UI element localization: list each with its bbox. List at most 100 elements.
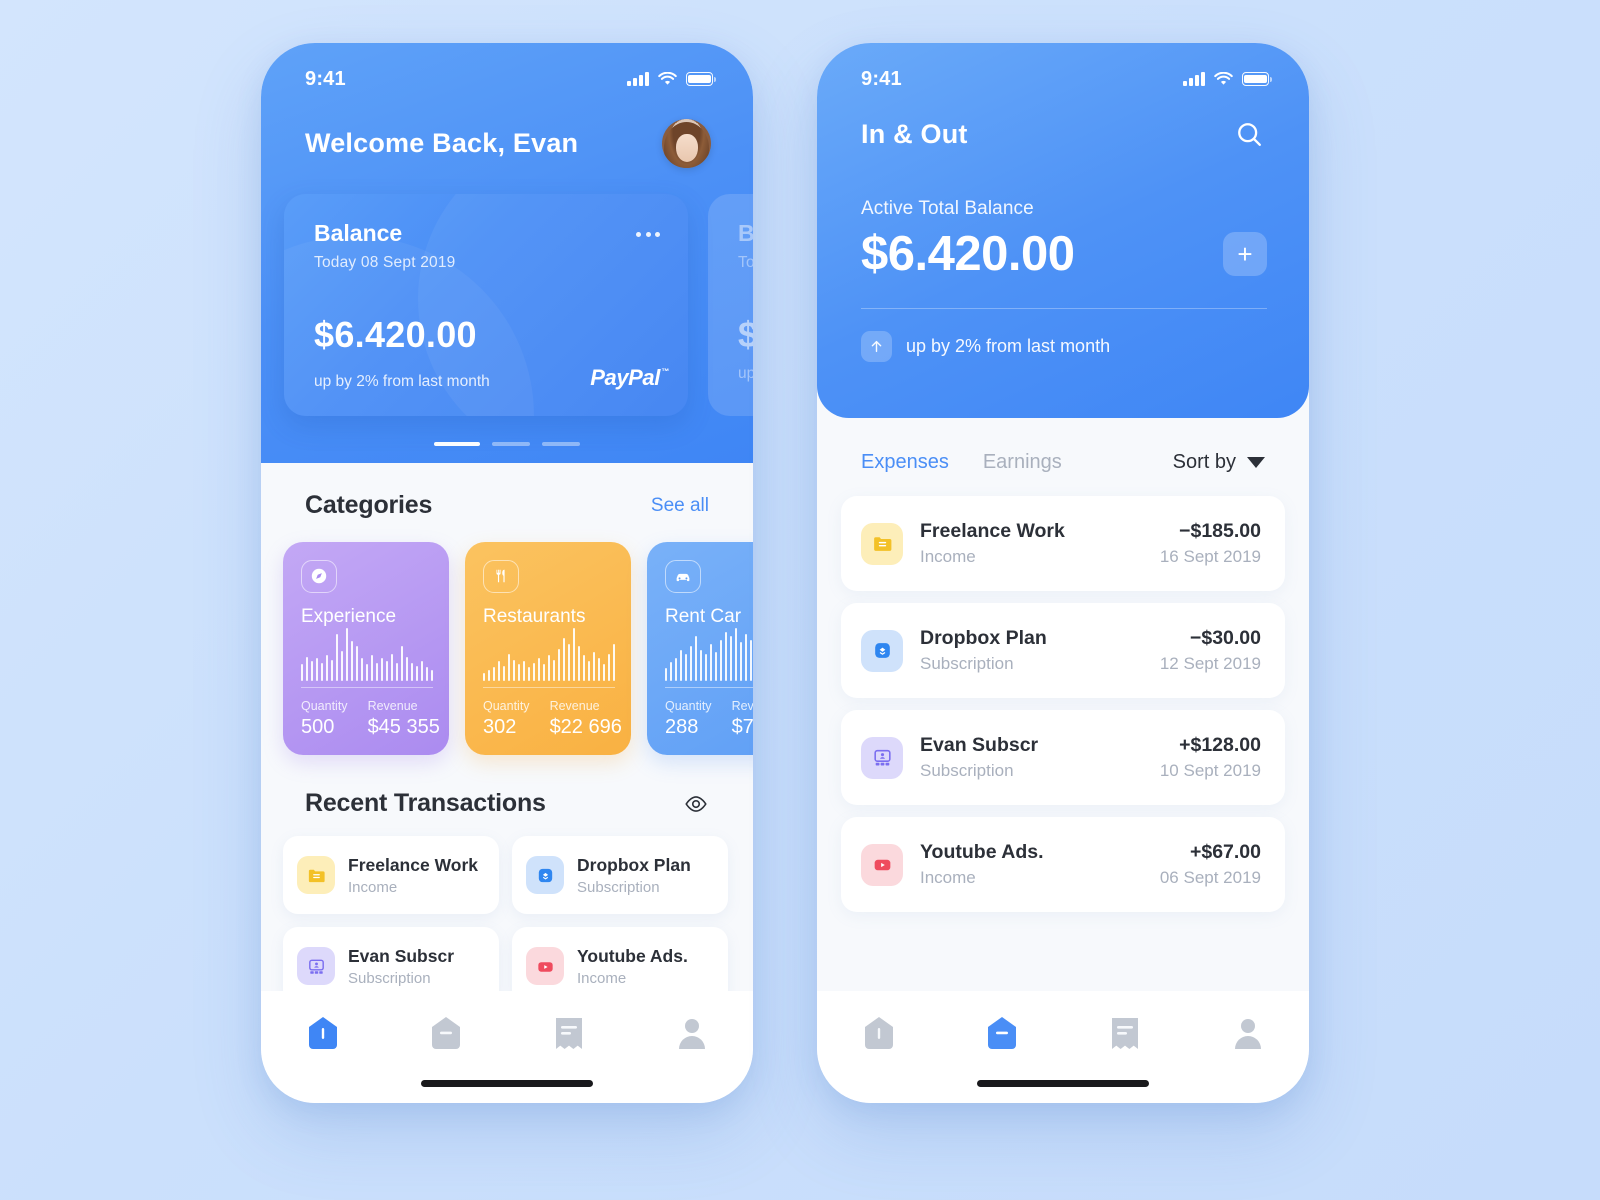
welcome-row: Welcome Back, Evan <box>261 101 753 168</box>
category-card-experience[interactable]: Experience Quantity 500 Revenue $45 355 <box>283 542 449 755</box>
see-all-button[interactable]: See all <box>651 495 709 517</box>
category-sparkline <box>483 627 615 681</box>
transaction-sub: Subscription <box>348 969 431 987</box>
balance-carousel[interactable]: Balance Today $ up Balance Today 08 Sept… <box>261 194 753 416</box>
status-indicators <box>627 72 716 86</box>
transaction-amount: −$185.00 <box>1179 520 1261 542</box>
balance-card-date: Today 08 Sept 2019 <box>314 254 456 271</box>
category-name: Experience <box>301 605 397 627</box>
quantity-value: 500 <box>301 716 335 738</box>
tabbar-right[interactable] <box>817 991 1309 1103</box>
recent-transactions-title: Recent Transactions <box>305 789 546 817</box>
transactions-list[interactable]: Freelance Work Income −$185.00 16 Sept 2… <box>817 474 1309 912</box>
transaction-date: 06 Sept 2019 <box>1159 868 1261 887</box>
categories-list[interactable]: Experience Quantity 500 Revenue $45 355 <box>261 542 753 755</box>
transaction-meta: +$128.00 10 Sept 2019 <box>1160 734 1261 781</box>
in-out-header: In & Out <box>817 101 1309 150</box>
transaction-amount: −$30.00 <box>1189 627 1261 649</box>
list-item[interactable]: Dropbox Plan Subscription <box>512 836 728 914</box>
folder-icon <box>861 522 903 565</box>
home-icon <box>864 1017 893 1049</box>
balance-card-amount: $6.420.00 <box>314 314 477 355</box>
revenue-value: $45 355 <box>367 716 440 738</box>
tab-home[interactable] <box>261 1015 384 1051</box>
tab-profile[interactable] <box>1186 1015 1309 1051</box>
battery-icon <box>686 72 716 86</box>
tab-expenses[interactable]: Expenses <box>861 451 949 474</box>
tab-home[interactable] <box>817 1015 940 1051</box>
transaction-sub: Subscription <box>920 654 1014 673</box>
transaction-amount: +$67.00 <box>1189 841 1261 863</box>
search-icon[interactable] <box>1235 120 1265 150</box>
transaction-sub: Income <box>348 878 398 896</box>
status-time: 9:41 <box>305 67 346 90</box>
tab-profile[interactable] <box>630 1015 753 1051</box>
recent-transactions-grid[interactable]: Freelance Work Income Dropbox Plan Subsc… <box>261 836 753 1005</box>
pager-dot-1[interactable] <box>434 442 480 446</box>
youtube-icon <box>861 843 903 886</box>
table-row[interactable]: Freelance Work Income −$185.00 16 Sept 2… <box>841 496 1285 591</box>
tab-bills[interactable] <box>507 1015 630 1051</box>
category-sparkline <box>301 627 433 681</box>
filter-row[interactable]: Expenses Earnings Sort by <box>817 418 1309 474</box>
eye-icon[interactable] <box>683 791 709 817</box>
transaction-name: Freelance Work <box>920 520 1065 542</box>
minus-icon <box>987 1017 1016 1049</box>
pager-dot-2[interactable] <box>492 442 530 446</box>
pager-dot-3[interactable] <box>542 442 580 446</box>
cutlery-icon <box>483 560 519 593</box>
revenue-label: Revenue <box>731 699 753 713</box>
transaction-name: Youtube Ads. <box>577 945 688 966</box>
transaction-date: 12 Sept 2019 <box>1159 654 1261 673</box>
paypal-logo: PayPal ™ <box>590 365 669 391</box>
carousel-pager[interactable] <box>261 442 753 446</box>
active-total-balance-label: Active Total Balance <box>861 198 1034 219</box>
table-row[interactable]: Youtube Ads. Income +$67.00 06 Sept 2019 <box>841 817 1285 912</box>
revenue-value: $22 696 <box>549 716 622 738</box>
revenue-label: Revenue <box>549 699 600 713</box>
cellular-bars-icon <box>1183 72 1205 86</box>
person-icon <box>1234 1019 1261 1049</box>
category-card-restaurants[interactable]: Restaurants Quantity 302 Revenue $22 696 <box>465 542 631 755</box>
transaction-meta: −$185.00 16 Sept 2019 <box>1160 520 1261 567</box>
sparkline-baseline <box>665 686 753 688</box>
car-icon <box>665 560 701 593</box>
transaction-sub: Income <box>920 868 976 887</box>
home-icon <box>308 1017 337 1049</box>
tab-in-out[interactable] <box>384 1015 507 1051</box>
balance-card[interactable]: Balance Today 08 Sept 2019 $6.420.00 up … <box>284 194 688 416</box>
category-card-rent-car[interactable]: Rent Car Quantity 288 Revenue $78 <box>647 542 753 755</box>
page-title: Welcome Back, Evan <box>305 128 579 158</box>
tab-earnings[interactable]: Earnings <box>983 451 1062 474</box>
balance-card-title: Balance <box>314 220 403 246</box>
list-item[interactable]: Freelance Work Income <box>283 836 499 914</box>
trend-row: up by 2% from last month <box>817 309 1309 362</box>
sparkline-baseline <box>483 686 615 688</box>
table-row[interactable]: Dropbox Plan Subscription −$30.00 12 Sep… <box>841 603 1285 698</box>
screenshot-stage: 9:41 Welcome Back, Evan B To $ up Balanc… <box>0 0 1600 1200</box>
sort-by-button[interactable]: Sort by <box>1173 451 1265 474</box>
presentation-icon <box>297 947 335 985</box>
tabbar-left[interactable] <box>261 991 753 1103</box>
transaction-sub: Income <box>577 969 627 987</box>
category-stats: Quantity 500 Revenue $45 355 <box>301 699 440 739</box>
quantity-label: Quantity <box>483 699 530 713</box>
table-row[interactable]: Evan Subscr Subscription +$128.00 10 Sep… <box>841 710 1285 805</box>
next-card-amount: $ <box>738 314 753 355</box>
quantity-value: 288 <box>665 716 699 738</box>
status-indicators <box>1183 72 1272 86</box>
balance-card-next[interactable]: Balance Today $ up <box>708 194 753 416</box>
paypal-wordmark: PayPal <box>590 365 660 390</box>
left-hero: 9:41 Welcome Back, Evan B To $ up Balanc… <box>261 43 753 463</box>
add-transaction-button[interactable]: + <box>1223 232 1267 276</box>
status-bar-left: 9:41 <box>261 43 753 101</box>
presentation-icon <box>861 736 903 779</box>
more-options-icon[interactable] <box>636 220 660 237</box>
tab-bills[interactable] <box>1063 1015 1186 1051</box>
arrow-up-icon <box>861 331 892 362</box>
transaction-name: Dropbox Plan <box>577 854 691 875</box>
tab-in-out[interactable] <box>940 1015 1063 1051</box>
transaction-name: Evan Subscr <box>920 734 1039 756</box>
avatar[interactable] <box>662 119 711 168</box>
trend-text: up by 2% from last month <box>906 336 1111 356</box>
